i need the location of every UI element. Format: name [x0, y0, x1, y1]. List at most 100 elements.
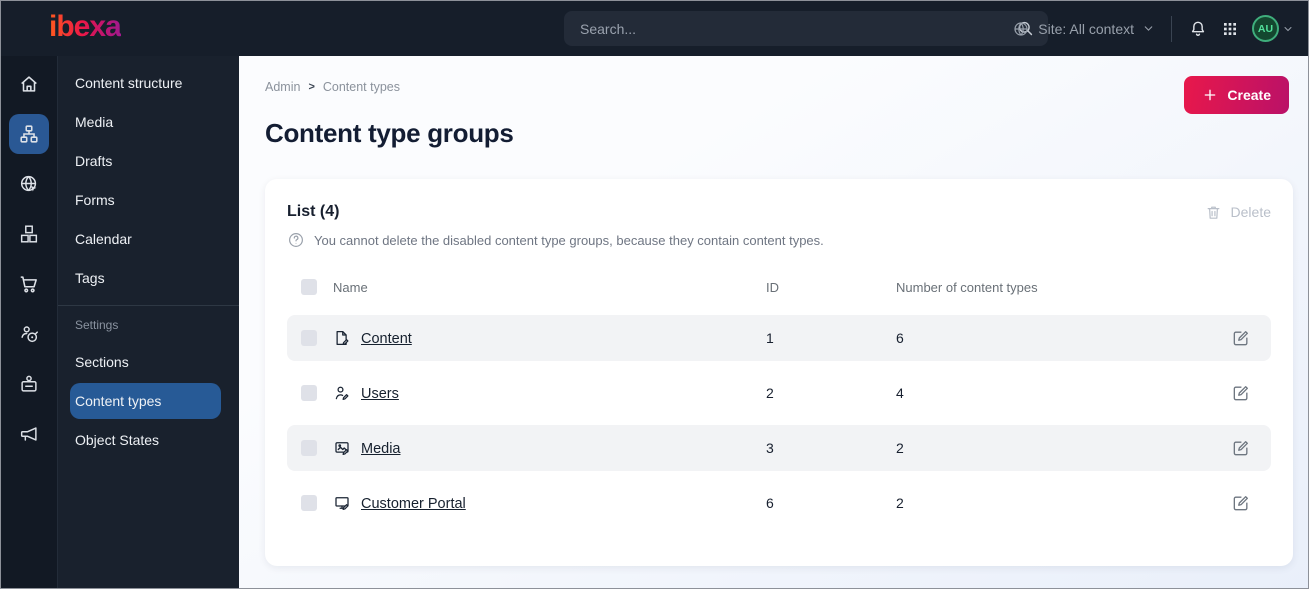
breadcrumb-separator: >: [308, 81, 315, 93]
personalization-icon: [18, 323, 40, 345]
edit-button[interactable]: [1211, 438, 1251, 458]
sidebar-item-label: Tags: [75, 270, 105, 286]
icon-rail: [1, 56, 58, 588]
list-title: List (4): [287, 203, 340, 220]
image-icon: [333, 439, 361, 457]
table-header: Name ID Number of content types: [287, 271, 1271, 303]
group-id: 1: [766, 330, 774, 346]
search-input[interactable]: [564, 20, 1016, 37]
breadcrumb-item-content-types: Content types: [322, 80, 401, 94]
delete-button-label: Delete: [1230, 204, 1271, 220]
sidebar-item-label: Calendar: [75, 231, 132, 247]
group-link[interactable]: Media: [361, 441, 401, 457]
group-link[interactable]: Customer Portal: [361, 496, 466, 512]
row-checkbox[interactable]: [301, 495, 317, 511]
sidebar-item-label: Sections: [75, 354, 129, 370]
edit-button[interactable]: [1211, 328, 1251, 348]
top-bar: ibexa Site: All context: [1, 1, 1308, 56]
sidebar-item-label: Content types: [75, 393, 162, 409]
row-checkbox[interactable]: [301, 330, 317, 346]
edit-button[interactable]: [1211, 383, 1251, 403]
help-circle-icon: [287, 231, 305, 249]
global-search: [564, 11, 1048, 46]
select-all-checkbox[interactable]: [301, 279, 317, 295]
group-id: 6: [766, 495, 774, 511]
group-id: 3: [766, 440, 774, 456]
table-row: Media 3 2: [287, 425, 1271, 471]
row-checkbox[interactable]: [301, 440, 317, 456]
group-count: 2: [896, 495, 904, 511]
rail-item-products[interactable]: [9, 214, 49, 254]
sidebar-menu: Content structure Media Drafts Forms Cal…: [58, 56, 239, 588]
table-row: Users 2 4: [287, 370, 1271, 416]
list-hint: You cannot delete the disabled content t…: [287, 231, 1271, 249]
sidebar-item-object-states[interactable]: Object States: [70, 422, 221, 458]
sidebar-item-label: Drafts: [75, 153, 113, 169]
home-icon: [18, 73, 40, 95]
trash-icon: [1205, 204, 1222, 221]
rail-item-site[interactable]: [9, 164, 49, 204]
ibexa-logo[interactable]: ibexa: [49, 10, 122, 44]
rail-item-commerce[interactable]: [9, 264, 49, 304]
rail-item-dashboard[interactable]: [9, 64, 49, 104]
user-icon: [333, 384, 361, 402]
app-grid-icon[interactable]: [1221, 20, 1239, 38]
breadcrumb-item-admin[interactable]: Admin: [265, 80, 300, 94]
sidebar-item-label: Forms: [75, 192, 115, 208]
plus-icon: [1202, 87, 1218, 103]
rail-item-personalization[interactable]: [9, 314, 49, 354]
group-id: 2: [766, 385, 774, 401]
user-menu[interactable]: AU: [1252, 15, 1294, 42]
page-title: Content type groups: [265, 118, 514, 148]
sidebar-divider: [58, 305, 239, 306]
table-row: Content 1 6: [287, 315, 1271, 361]
sidebar-item-sections[interactable]: Sections: [70, 344, 221, 380]
notifications-bell-icon[interactable]: [1188, 19, 1208, 39]
products-icon: [18, 223, 40, 245]
megaphone-icon: [18, 423, 40, 445]
sidebar-item-content-structure[interactable]: Content structure: [70, 65, 221, 101]
sidebar-item-content-types[interactable]: Content types: [70, 383, 221, 419]
monitor-icon: [333, 494, 361, 512]
chevron-down-icon: [1282, 23, 1294, 35]
avatar: AU: [1252, 15, 1279, 42]
content-file-icon: [333, 329, 361, 347]
topbar-divider: [1171, 15, 1172, 42]
topbar-actions: Site: All context AU: [1012, 1, 1294, 56]
edit-button[interactable]: [1211, 493, 1251, 513]
site-icon: [18, 173, 40, 195]
globe-icon: [1012, 20, 1030, 38]
group-link[interactable]: Users: [361, 386, 399, 402]
group-link[interactable]: Content: [361, 331, 412, 347]
rail-item-content[interactable]: [9, 114, 49, 154]
app-window: ibexa Site: All context: [0, 0, 1309, 589]
list-hint-text: You cannot delete the disabled content t…: [314, 232, 824, 248]
create-button-label: Create: [1227, 87, 1271, 103]
sidebar-item-label: Object States: [75, 432, 160, 448]
table-row: Customer Portal 6 2: [287, 480, 1271, 526]
table-body: Content 1 6 Users 2 4 Media 3 2 Customer…: [287, 315, 1271, 526]
content-type-groups-card: List (4) Delete You cannot delete the di…: [265, 179, 1293, 566]
delete-button[interactable]: Delete: [1205, 204, 1271, 221]
cart-icon: [18, 273, 40, 295]
sidebar-item-label: Content structure: [75, 75, 183, 91]
site-context-selector[interactable]: Site: All context: [1012, 20, 1155, 38]
rail-item-marketing[interactable]: [9, 414, 49, 454]
rail-item-company[interactable]: [9, 364, 49, 404]
row-checkbox[interactable]: [301, 385, 317, 401]
sidebar-item-calendar[interactable]: Calendar: [70, 221, 221, 257]
sidebar-section-settings: Settings: [75, 318, 119, 332]
sidebar-item-forms[interactable]: Forms: [70, 182, 221, 218]
column-header-id: ID: [766, 279, 779, 295]
group-count: 4: [896, 385, 904, 401]
sidebar-item-drafts[interactable]: Drafts: [70, 143, 221, 179]
breadcrumb: Admin > Content types: [265, 80, 1293, 94]
sidebar-item-tags[interactable]: Tags: [70, 260, 221, 296]
company-icon: [18, 373, 40, 395]
content-tree-icon: [18, 123, 40, 145]
sidebar-item-media[interactable]: Media: [70, 104, 221, 140]
main-content: Admin > Content types Create Content typ…: [239, 56, 1308, 588]
create-button[interactable]: Create: [1184, 76, 1289, 114]
group-count: 6: [896, 330, 904, 346]
chevron-down-icon: [1142, 22, 1155, 35]
